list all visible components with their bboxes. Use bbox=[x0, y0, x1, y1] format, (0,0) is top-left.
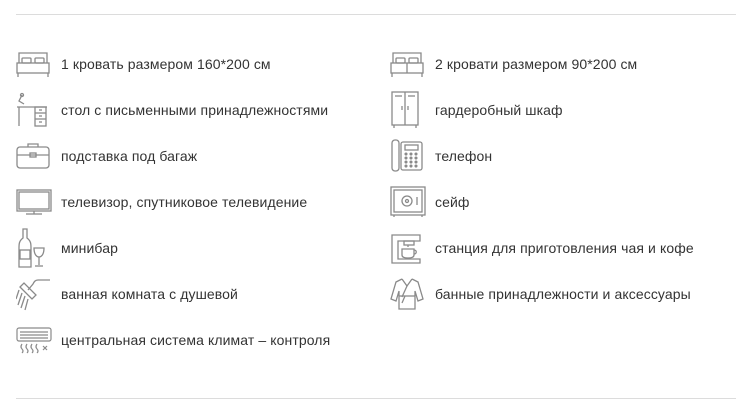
amenity-item-wardrobe: гардеробный шкаф bbox=[390, 88, 563, 132]
amenity-item-double-bed: 1 кровать размером 160*200 см bbox=[16, 42, 271, 86]
amenity-item-tv: телевизор, спутниковое телевидение bbox=[16, 180, 307, 224]
amenity-item-safe: сейф bbox=[390, 180, 470, 224]
amenity-item-desk: стол с письменными принадлежностями bbox=[16, 88, 328, 132]
amenity-item-shower: ванная комната с душевой bbox=[16, 272, 238, 316]
shower-icon bbox=[16, 276, 52, 312]
desk-icon bbox=[16, 92, 52, 128]
amenity-label: стол с письменными принадлежностями bbox=[61, 102, 329, 118]
amenity-item-twin-beds: 2 кровати размером 90*200 см bbox=[390, 42, 637, 86]
amenity-item-bathrobe: банные принадлежности и аксессуары bbox=[390, 272, 691, 316]
amenity-item-luggage-rack: подставка под багаж bbox=[16, 134, 197, 178]
amenity-label: 1 кровать размером 160*200 см bbox=[61, 56, 271, 72]
coffee-machine-icon bbox=[390, 230, 426, 266]
amenity-label: телевизор, спутниковое телевидение bbox=[61, 194, 308, 210]
amenity-item-telephone: телефон bbox=[390, 134, 492, 178]
top-divider bbox=[16, 14, 736, 15]
safe-icon bbox=[390, 184, 426, 220]
minibar-icon bbox=[16, 228, 52, 268]
luggage-rack-icon bbox=[16, 138, 52, 174]
amenity-label: подставка под багаж bbox=[61, 148, 198, 164]
air-conditioner-icon bbox=[16, 322, 52, 358]
amenity-label: гардеробный шкаф bbox=[435, 102, 563, 118]
tv-icon bbox=[16, 184, 52, 220]
amenity-label: ванная комната с душевой bbox=[61, 286, 238, 302]
amenity-label: станция для приготовления чая и кофе bbox=[435, 240, 694, 256]
wardrobe-icon bbox=[390, 91, 426, 128]
amenity-label: минибар bbox=[61, 240, 118, 256]
double-bed-icon bbox=[16, 46, 52, 82]
twin-beds-icon bbox=[390, 46, 426, 82]
amenity-label: 2 кровати размером 90*200 см bbox=[435, 56, 638, 72]
amenity-label: центральная система климат – контроля bbox=[61, 332, 331, 348]
amenity-item-coffee-machine: станция для приготовления чая и кофе bbox=[390, 226, 694, 270]
bathrobe-icon bbox=[390, 276, 426, 312]
amenity-label: банные принадлежности и аксессуары bbox=[435, 286, 691, 302]
amenity-label: сейф bbox=[435, 194, 470, 210]
amenity-label: телефон bbox=[435, 148, 493, 164]
bottom-divider bbox=[16, 398, 736, 399]
amenity-item-air-conditioner: центральная система климат – контроля bbox=[16, 318, 330, 362]
telephone-icon bbox=[390, 138, 426, 174]
amenity-item-minibar: минибар bbox=[16, 226, 118, 270]
